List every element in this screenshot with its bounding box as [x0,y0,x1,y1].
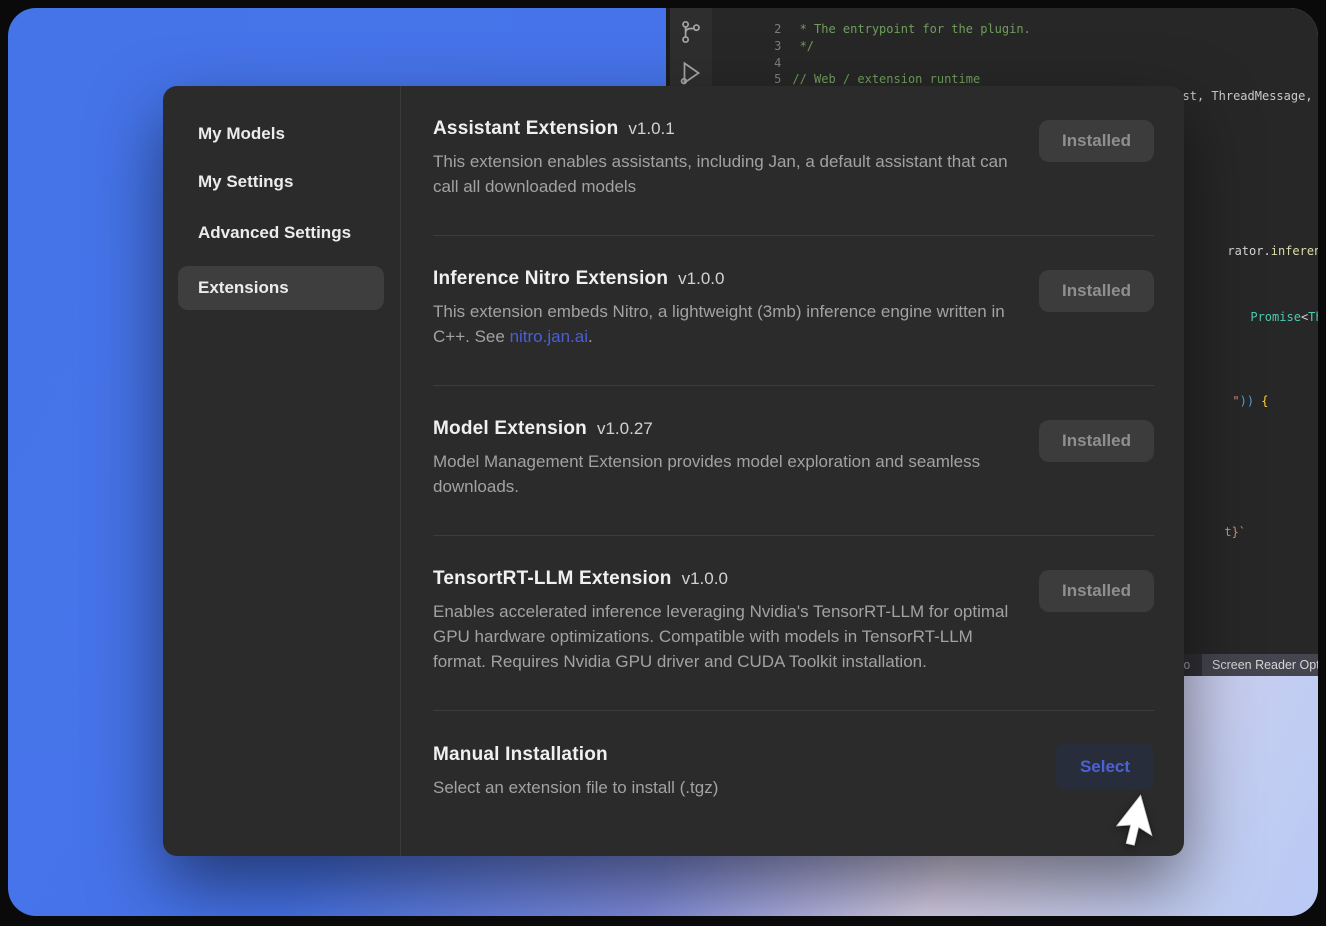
screen-reader-status-item[interactable]: Screen Reader Optimized [1202,654,1318,676]
extension-name: Model Extension [433,418,587,440]
extension-description: This extension enables assistants, inclu… [433,149,1018,199]
sidebar-item-extensions[interactable]: Extensions [178,266,384,310]
manual-installation-row: Manual Installation Select an extension … [433,711,1154,836]
extension-title: Inference Nitro Extension v1.0.0 [433,268,1018,290]
code-fragment: ")) { [1189,380,1269,422]
code-fragment: t}` [1181,511,1246,553]
extension-name: TensortRT-LLM Extension [433,568,672,590]
extension-name: Assistant Extension [433,118,618,140]
code-text: Promise [1250,310,1301,324]
section-title: Manual Installation [433,744,608,766]
code-text: * The entrypoint for the plugin. [792,22,1030,36]
code-fragment: Promise<ThreadMessage> [1207,296,1318,338]
page-background: 2 * The entrypoint for the plugin. 3 */ … [8,8,1318,916]
extension-version: v1.0.27 [597,419,653,439]
extension-row: TensortRT-LLM Extension v1.0.0 Enables a… [433,536,1154,711]
code-text: " [1232,394,1239,408]
code-text: t}` [1224,525,1246,539]
code-text: */ [792,39,814,53]
extension-row: Assistant Extension v1.0.1 This extensio… [433,86,1154,236]
source-control-icon[interactable] [678,19,704,45]
code-text: { [1254,394,1268,408]
installed-button[interactable]: Installed [1039,570,1154,612]
extension-row: Model Extension v1.0.27 Model Management… [433,386,1154,536]
extensions-list: Assistant Extension v1.0.1 This extensio… [401,86,1184,856]
code-text: inference [1271,244,1318,258]
extension-title: TensortRT-LLM Extension v1.0.0 [433,568,1018,590]
extension-description: Enables accelerated inference leveraging… [433,599,1018,674]
sidebar-item-my-settings[interactable]: My Settings [198,172,293,192]
code-fragment: rator.inference(data)); [1184,230,1318,272]
extension-version: v1.0.1 [628,119,674,139]
nitro-jan-ai-link[interactable]: nitro.jan.ai [510,327,588,346]
mouse-cursor [1136,788,1182,851]
manual-installation-title: Manual Installation [433,744,718,766]
extension-name: Inference Nitro Extension [433,268,668,290]
description-text: . [588,327,593,346]
code-text: ThreadMessage [1308,310,1318,324]
manual-installation-description: Select an extension file to install (.tg… [433,775,718,800]
settings-sidebar: My Models My Settings Advanced Settings … [163,86,401,856]
sidebar-item-my-models[interactable]: My Models [198,124,285,144]
extension-title: Assistant Extension v1.0.1 [433,118,1018,140]
extension-version: v1.0.0 [678,269,724,289]
code-text: rator. [1227,244,1270,258]
installed-button[interactable]: Installed [1039,270,1154,312]
select-file-button[interactable]: Select [1056,744,1154,789]
settings-panel: My Models My Settings Advanced Settings … [163,86,1184,856]
installed-button[interactable]: Installed [1039,120,1154,162]
extension-description: This extension embeds Nitro, a lightweig… [433,299,1018,349]
sidebar-item-advanced-settings[interactable]: Advanced Settings [198,223,351,243]
run-debug-icon[interactable] [678,60,704,86]
installed-button[interactable]: Installed [1039,420,1154,462]
extension-version: v1.0.0 [682,569,728,589]
extension-title: Model Extension v1.0.27 [433,418,1018,440]
code-text: )) [1240,394,1254,408]
extension-row: Inference Nitro Extension v1.0.0 This ex… [433,236,1154,386]
extension-description: Model Management Extension provides mode… [433,449,1018,499]
